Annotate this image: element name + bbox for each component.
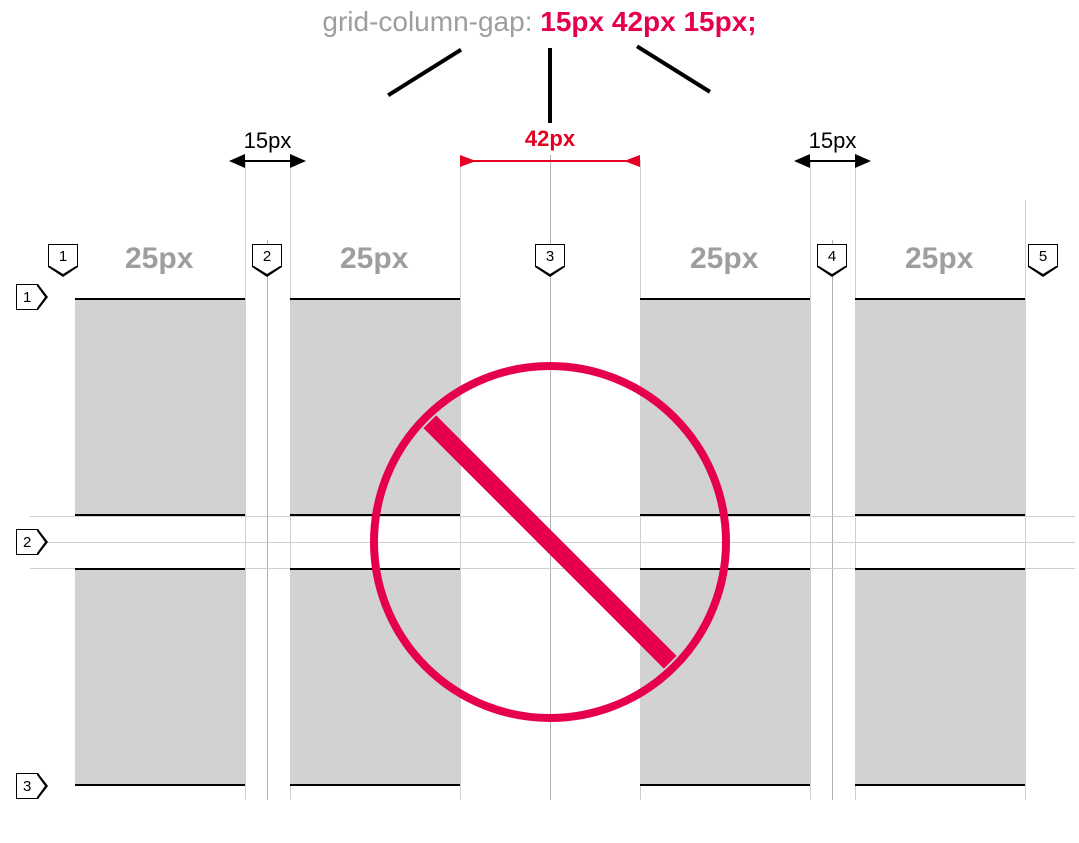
gap-label: 42px [510, 126, 590, 152]
column-size-label: 25px [125, 242, 193, 276]
row-line-number: 1 [23, 289, 31, 306]
column-line-number: 1 [59, 248, 67, 265]
connector-line [548, 48, 552, 123]
gap-label: 15px [230, 128, 305, 154]
column-line-number: 2 [263, 248, 271, 265]
column-line-number: 4 [828, 248, 836, 265]
column-size-label: 25px [340, 242, 408, 276]
css-property-title: grid-column-gap: 15px 42px 15px; [0, 6, 1079, 38]
column-line-number: 5 [1039, 248, 1047, 265]
arrowhead-icon [229, 154, 245, 168]
arrowhead-icon [460, 155, 476, 167]
arrowhead-icon [290, 154, 306, 168]
gap-centerline [267, 240, 268, 800]
grid-cell [855, 298, 1025, 516]
column-size-label: 25px [690, 242, 758, 276]
prohibited-icon [370, 362, 730, 722]
css-property-name: grid-column-gap: [322, 6, 532, 37]
column-size-label: 25px [905, 242, 973, 276]
diagram-stage: grid-column-gap: 15px 42px 15px; 15px 42… [0, 0, 1079, 843]
column-line-badge: 1 [48, 244, 78, 277]
arrowhead-icon [855, 154, 871, 168]
gap-dimension-bar [460, 160, 640, 162]
arrowhead-icon [624, 155, 640, 167]
row-line-badge: 3 [16, 773, 48, 799]
gap-dimension-bar [245, 160, 290, 162]
grid-cell [75, 568, 245, 786]
row-line-badge: 1 [16, 284, 48, 310]
column-line-badge: 5 [1028, 244, 1058, 277]
arrowhead-icon [794, 154, 810, 168]
grid-cell [75, 298, 245, 516]
row-line-number: 2 [23, 534, 31, 551]
css-property-value: 15px 42px 15px; [540, 6, 756, 37]
gap-dimension-bar [810, 160, 855, 162]
grid-cell [855, 568, 1025, 786]
gap-centerline [832, 240, 833, 800]
column-line-badge: 2 [252, 244, 282, 277]
prohibited-slash [423, 415, 676, 668]
row-line-number: 3 [23, 778, 31, 795]
gridline-vertical [1025, 200, 1026, 800]
connector-line [387, 48, 462, 97]
row-line-badge: 2 [16, 529, 48, 555]
column-line-badge: 3 [535, 244, 565, 277]
gridline-vertical [810, 160, 811, 800]
gridline-vertical [245, 160, 246, 800]
gap-label: 15px [795, 128, 870, 154]
column-line-badge: 4 [817, 244, 847, 277]
column-line-number: 3 [546, 248, 554, 265]
connector-line [636, 45, 711, 94]
